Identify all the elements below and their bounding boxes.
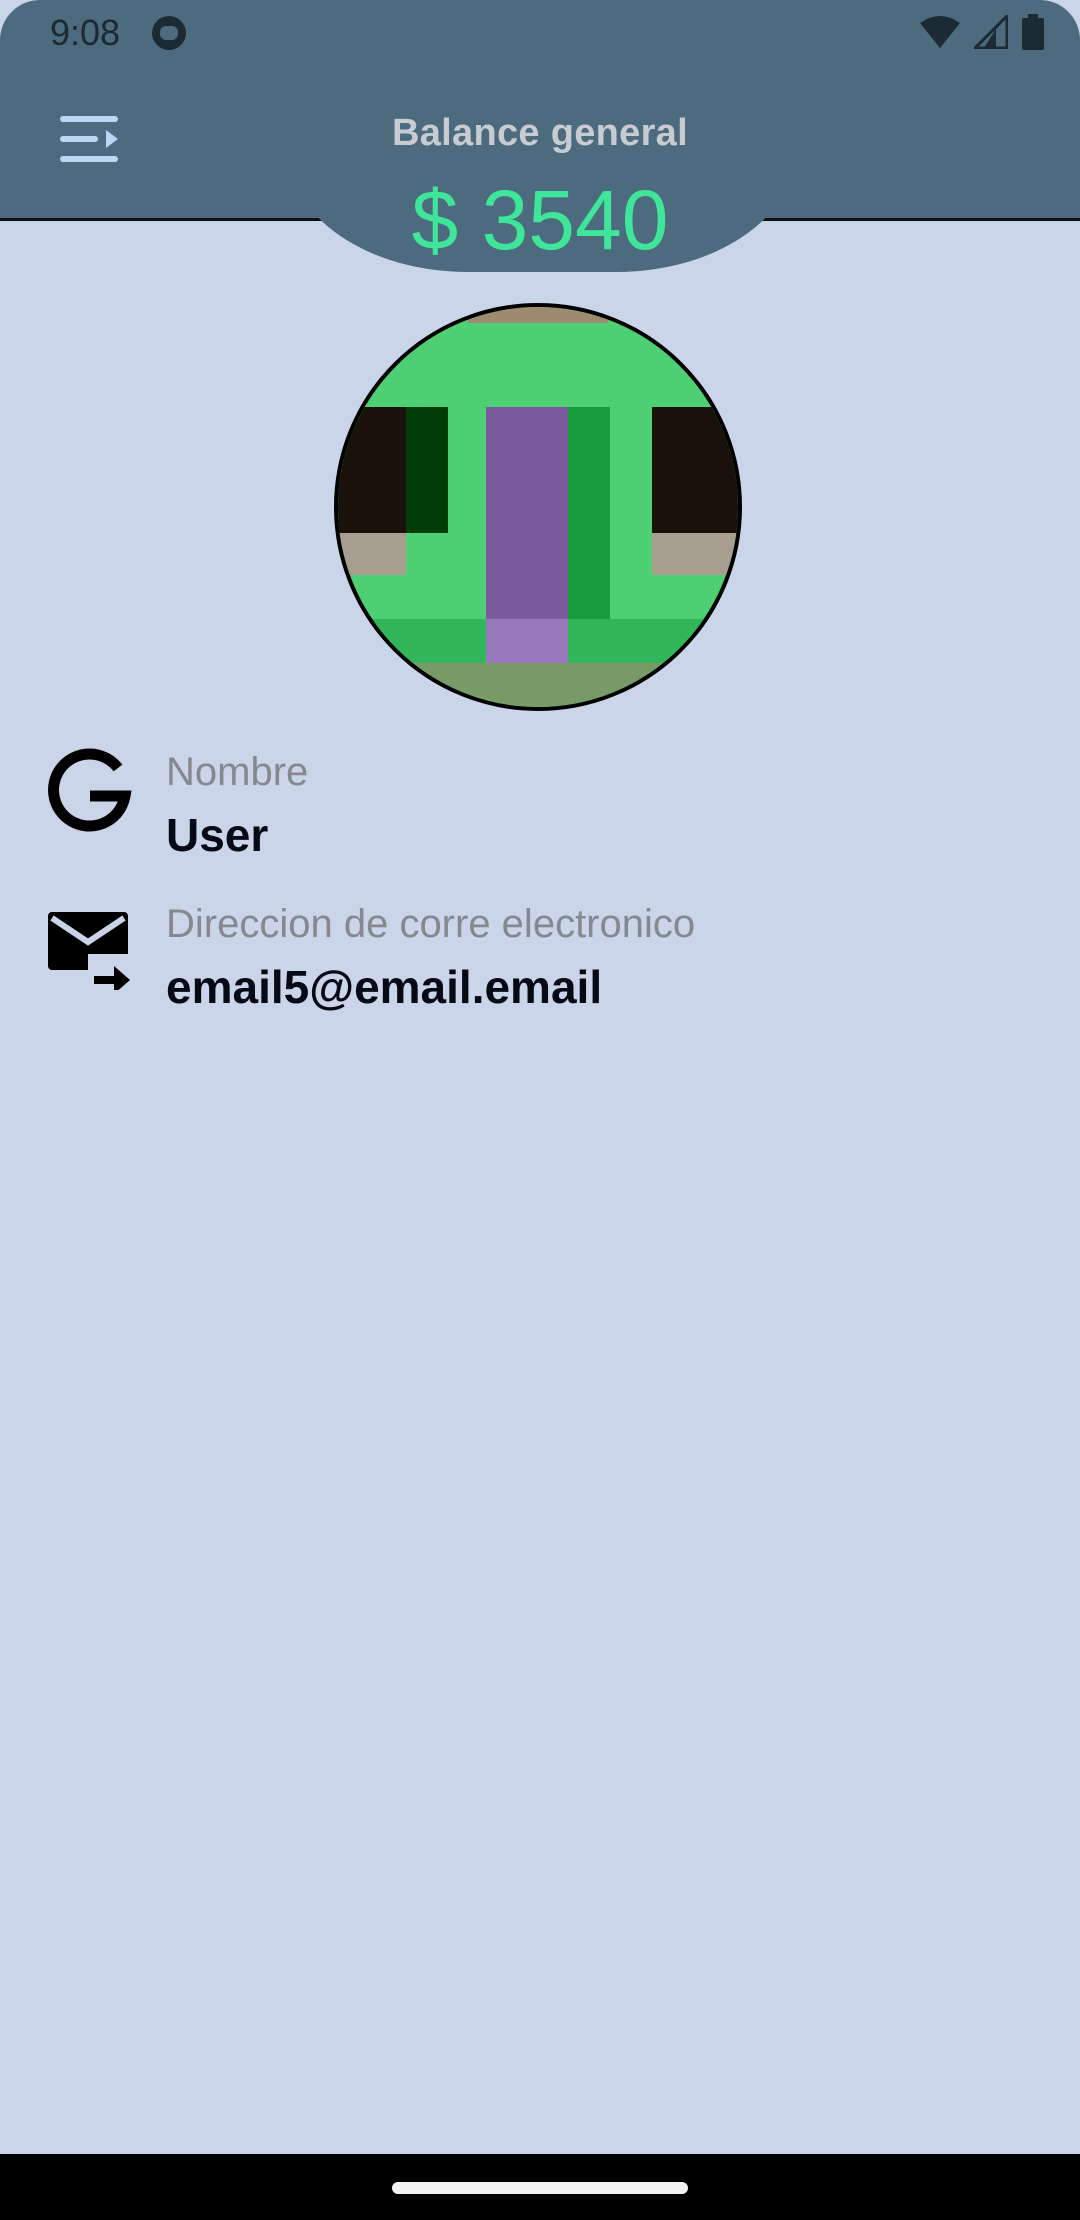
profile-avatar[interactable] [334, 303, 742, 711]
app-notification-icon [152, 16, 186, 50]
mail-forward-icon [48, 912, 132, 990]
avatar-left-cheek [338, 533, 406, 575]
avatar-nose-shade [568, 407, 610, 619]
status-time: 9:08 [50, 12, 121, 53]
wifi-icon [920, 16, 960, 48]
avatar-top-strip [468, 307, 608, 323]
avatar-mouth-center [486, 619, 568, 663]
email-value: email5@email.email [166, 961, 603, 1013]
avatar-left-eye-shade [406, 407, 448, 533]
email-label: Direccion de corre electronico [166, 902, 696, 946]
balance-amount: $ 3540 [411, 173, 669, 267]
avatar-nose [486, 407, 568, 619]
avatar-chin [338, 663, 738, 707]
battery-icon [1022, 14, 1044, 50]
status-icons [920, 14, 1044, 50]
google-icon [48, 748, 132, 832]
name-label: Nombre [166, 750, 309, 794]
system-nav-bar [0, 2154, 1080, 2220]
balance-title: Balance general [392, 112, 688, 154]
signal-icon [974, 15, 1008, 49]
avatar-left-eye [338, 407, 406, 533]
avatar-right-cheek [652, 533, 738, 575]
name-value: User [166, 809, 269, 861]
home-indicator[interactable] [392, 2182, 688, 2194]
status-bar: 9:08 [0, 0, 1080, 66]
avatar-right-eye [652, 407, 738, 533]
